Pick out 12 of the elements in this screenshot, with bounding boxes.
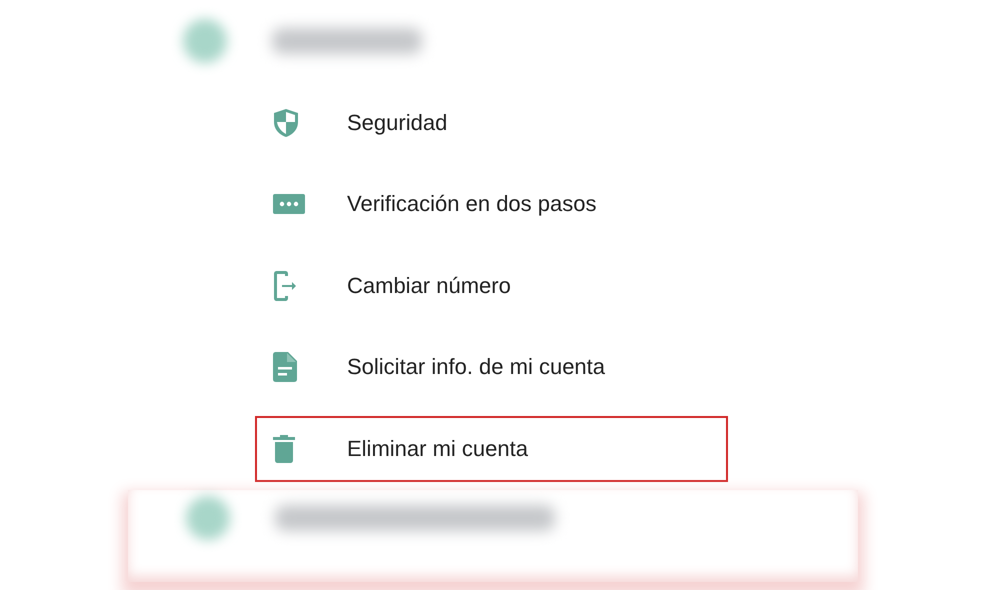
blurred-icon	[186, 496, 230, 540]
highlight-frame[interactable]: Eliminar mi cuenta	[255, 416, 728, 482]
trash-icon	[273, 435, 295, 463]
menu-item[interactable]: Verificación en dos pasos	[255, 164, 728, 245]
dots-icon	[273, 194, 305, 214]
menu-item[interactable]: Cambiar número	[255, 245, 728, 326]
menu-item[interactable]: Solicitar info. de mi cuenta	[255, 326, 728, 408]
phone-arrow-icon	[273, 270, 297, 302]
document-icon	[273, 352, 297, 382]
blurred-icon	[183, 19, 227, 63]
menu-item[interactable]: Seguridad	[255, 82, 728, 164]
shield-icon	[273, 108, 299, 138]
